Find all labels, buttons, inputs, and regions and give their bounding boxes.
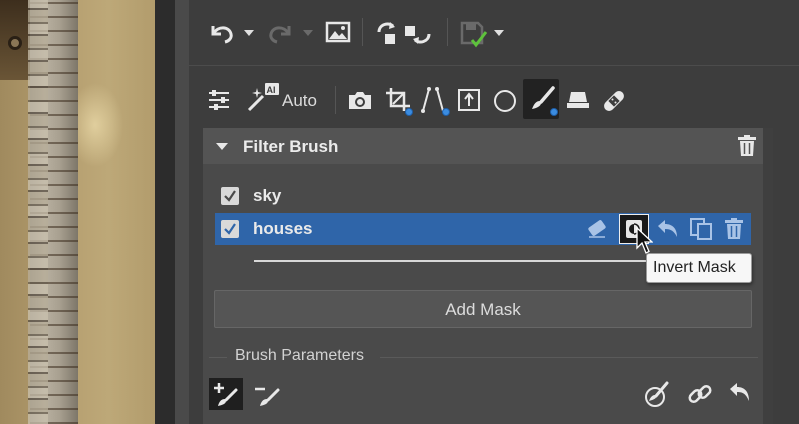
filter-brush-header[interactable]: Filter Brush — [203, 128, 763, 164]
panel-gutter — [155, 0, 175, 424]
mask-checkbox-houses[interactable] — [221, 220, 239, 238]
camera-icon[interactable] — [347, 89, 373, 111]
reset-brush-icon[interactable] — [728, 381, 752, 405]
mask-row-houses[interactable]: houses — [215, 213, 751, 245]
save-dropdown-icon[interactable] — [493, 29, 505, 37]
mask-slider-track[interactable] — [254, 260, 654, 262]
gradient-eraser-icon[interactable] — [565, 90, 591, 110]
divider-line — [380, 357, 758, 358]
delete-tool-trash-icon[interactable] — [737, 135, 757, 157]
eraser-icon[interactable] — [585, 218, 609, 240]
brush-add-button[interactable] — [209, 378, 243, 410]
collapse-triangle-icon[interactable] — [215, 142, 229, 151]
healing-bandage-icon[interactable] — [600, 87, 628, 115]
toolbar-separator — [447, 18, 448, 46]
tools-toolbar: AI Auto — [189, 78, 799, 122]
duplicate-mask-icon[interactable] — [689, 217, 713, 241]
photo-hook — [8, 36, 22, 50]
top-toolbar — [189, 0, 799, 66]
straighten-icon[interactable] — [457, 88, 481, 112]
toolbar-separator — [362, 18, 363, 46]
add-mask-button[interactable]: Add Mask — [214, 290, 752, 328]
undo-dropdown-icon[interactable] — [243, 29, 255, 37]
invert-mask-tooltip: Invert Mask — [646, 253, 752, 283]
image-icon[interactable] — [325, 20, 351, 44]
delete-mask-trash-icon[interactable] — [724, 217, 744, 241]
redo-dropdown-icon[interactable] — [302, 29, 314, 37]
mask-label-houses[interactable]: houses — [253, 219, 313, 239]
link-icon[interactable] — [686, 380, 714, 408]
mouse-cursor-icon — [635, 226, 654, 261]
photo-preview — [0, 0, 155, 424]
panel-scrollbar[interactable] — [763, 128, 773, 424]
auto-label[interactable]: Auto — [282, 91, 317, 111]
brush-mask-overlay-icon[interactable] — [643, 380, 671, 410]
reset-mask-icon[interactable] — [656, 218, 680, 240]
brush-erase-icon[interactable] — [252, 380, 282, 410]
crop-active-dot — [405, 108, 413, 116]
redo-icon[interactable] — [267, 22, 293, 44]
mask-row-sky[interactable]: sky — [215, 180, 751, 212]
save-icon[interactable] — [459, 20, 489, 50]
perspective-active-dot — [442, 108, 450, 116]
mask-label-sky[interactable]: sky — [253, 186, 281, 206]
section-title: Filter Brush — [243, 137, 339, 156]
mask-checkbox-sky[interactable] — [221, 187, 239, 205]
panel-edge — [175, 0, 189, 424]
compare-icon[interactable] — [375, 18, 435, 48]
divider-line — [209, 357, 227, 358]
toolbar-separator — [335, 86, 336, 114]
svg-text:AI: AI — [267, 85, 276, 95]
ai-auto-wand-icon[interactable]: AI — [245, 82, 281, 114]
adjustments-sliders-icon[interactable] — [207, 88, 231, 112]
brush-active-dot — [550, 108, 558, 116]
undo-icon[interactable] — [209, 22, 235, 44]
radial-filter-icon[interactable] — [492, 88, 518, 114]
photo-stone-edge — [28, 0, 48, 424]
brush-parameters-title: Brush Parameters — [235, 347, 364, 364]
